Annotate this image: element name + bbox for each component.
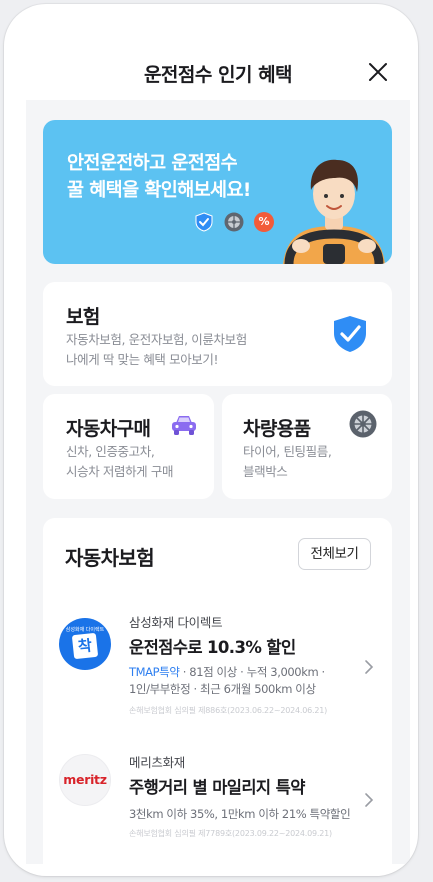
- logo-mark: 착: [71, 632, 99, 660]
- list-item[interactable]: meritz 메리츠화재 주행거리 별 마일리지 특약 3천km 이하 35%,…: [43, 728, 392, 864]
- banner-line-1: 안전운전하고 운전점수: [67, 153, 238, 174]
- percent-badge-icon: %: [254, 212, 274, 232]
- company-name: 메리츠화재: [129, 755, 186, 770]
- auto-insurance-section: 자동차보험 전체보기 삼성화재 다이렉트 착 삼성화재 다이렉트 운전점수로 1…: [43, 518, 392, 864]
- shield-badge-icon: [195, 212, 213, 232]
- insurance-card[interactable]: 보험 자동차보험, 운전자보험, 이륜차보험 나에게 딱 맞는 혜택 모아보기!: [43, 282, 392, 386]
- tmap-tag: TMAP특약: [129, 665, 180, 679]
- header: 운전점수 인기 혜택: [26, 24, 410, 100]
- offer-conditions-rest: · 81점 이상 · 누적 3,000km ·: [179, 665, 325, 679]
- page-title: 운전점수 인기 혜택: [143, 64, 293, 86]
- samsung-fire-logo: 삼성화재 다이렉트 착: [59, 618, 111, 670]
- car-accessory-card-desc: 타이어, 틴팅필름, 블랙박스: [243, 442, 332, 482]
- car-purchase-desc-line-1: 신차, 인증중고차,: [66, 444, 155, 459]
- car-accessory-card[interactable]: 차량용품 타이어, 틴팅필름, 블랙박스: [222, 394, 392, 499]
- phone-frame: 운전점수 인기 혜택 안전운전하고 운전점수 꿀 혜택을 확인해보세요! % 보…: [4, 4, 418, 876]
- driver-illustration: [283, 159, 385, 264]
- offer-conditions-line-2: 1인/부부한정 · 최근 6개월 500km 이상: [129, 682, 316, 696]
- car-accessory-desc-line-2: 블랙박스: [243, 464, 288, 479]
- insurance-card-title: 보험: [66, 306, 100, 328]
- wheel-icon: [349, 410, 377, 438]
- section-title: 자동차보험: [65, 546, 155, 570]
- banner-line-2: 꿀 혜택을 확인해보세요!: [67, 180, 251, 201]
- insurance-card-desc: 자동차보험, 운전자보험, 이륜차보험 나에게 딱 맞는 혜택 모아보기!: [66, 330, 247, 370]
- car-accessory-card-title: 차량용품: [243, 418, 311, 440]
- meritz-logo: meritz: [59, 754, 111, 806]
- fine-print: 손해보험협회 심의필 제7789호(2023.09.22~2024.09.21): [129, 829, 332, 838]
- offer-headline: 주행거리 별 마일리지 특약: [129, 778, 305, 797]
- screen: 운전점수 인기 혜택 안전운전하고 운전점수 꿀 혜택을 확인해보세요! % 보…: [26, 24, 410, 864]
- wheel-badge-icon: [224, 212, 244, 232]
- promo-banner[interactable]: 안전운전하고 운전점수 꿀 혜택을 확인해보세요! %: [43, 120, 392, 264]
- car-purchase-card-title: 자동차구매: [66, 418, 151, 440]
- close-icon[interactable]: [366, 60, 390, 84]
- car-purchase-card-desc: 신차, 인증중고차, 시승차 저렴하게 구매: [66, 442, 173, 482]
- car-purchase-card[interactable]: 자동차구매 신차, 인증중고차, 시승차 저렴하게 구매: [43, 394, 214, 499]
- car-accessory-desc-line-1: 타이어, 틴팅필름,: [243, 444, 332, 459]
- offer-headline: 운전점수로 10.3% 할인: [129, 638, 296, 657]
- chevron-right-icon: [365, 793, 374, 807]
- offer-conditions: 3천km 이하 35%, 1만km 이하 21% 특약할인: [129, 807, 351, 821]
- fine-print: 손해보험협회 심의필 제886호(2023.06.22~2024.06.21): [129, 706, 328, 715]
- chevron-right-icon: [365, 660, 374, 674]
- insurance-card-desc-line-2: 나에게 딱 맞는 혜택 모아보기!: [66, 352, 219, 367]
- list-item[interactable]: 삼성화재 다이렉트 착 삼성화재 다이렉트 운전점수로 10.3% 할인 TMA…: [43, 588, 392, 728]
- meritz-wordmark: meritz: [63, 772, 107, 787]
- company-name: 삼성화재 다이렉트: [129, 615, 223, 630]
- offer-conditions: TMAP특약 · 81점 이상 · 누적 3,000km ·: [129, 663, 325, 681]
- car-purchase-desc-line-2: 시승차 저렴하게 구매: [66, 464, 174, 479]
- logo-caption: 삼성화재 다이렉트: [65, 627, 105, 633]
- shield-check-icon: [334, 316, 366, 352]
- see-all-button[interactable]: 전체보기: [298, 538, 371, 570]
- insurance-card-desc-line-1: 자동차보험, 운전자보험, 이륜차보험: [66, 332, 247, 347]
- car-icon: [172, 416, 196, 435]
